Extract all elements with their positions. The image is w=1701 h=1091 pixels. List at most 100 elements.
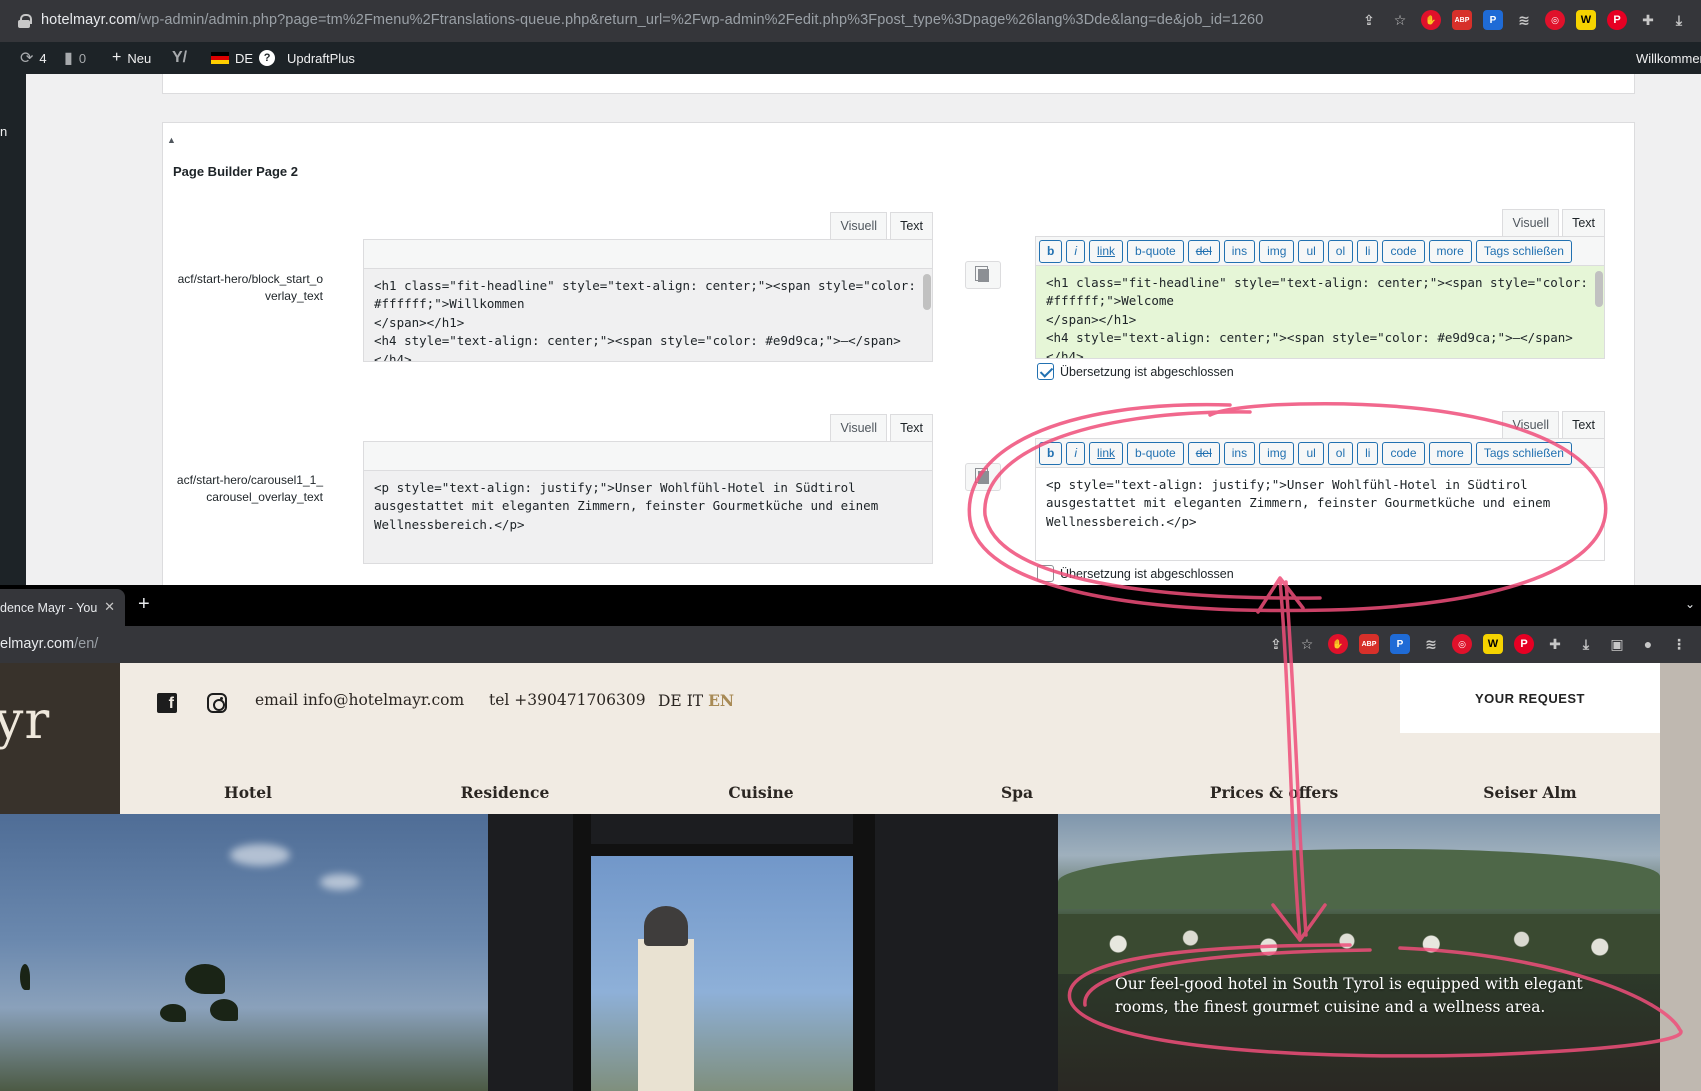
quicktag-ul-button[interactable]: ul [1298,240,1324,263]
bookmark-star-icon[interactable]: ☆ [1297,634,1317,654]
facebook-icon[interactable]: f [157,693,177,713]
download-icon[interactable]: ⤓ [1576,634,1596,654]
pinterest-icon[interactable]: P [1514,634,1534,654]
wp-sidebar[interactable]: n [0,74,26,585]
tab-text[interactable]: Text [1562,411,1605,438]
copy-original-button[interactable] [965,261,1001,289]
translation-textarea[interactable]: <h1 class="fit-headline" style="text-ali… [1035,265,1605,359]
extension-blue-icon[interactable]: P [1483,10,1503,30]
comments-item[interactable]: ▮ 0 [64,42,86,74]
browser-address-bar[interactable]: elmayr.com/en/ ⇪ ☆ ✋ ABP P ≋ ◎ W P ✚ ⤓ ▣… [0,626,1701,663]
quicktag-code-button[interactable]: code [1382,240,1425,263]
extension-yellow-icon[interactable]: W [1576,10,1596,30]
tab-text[interactable]: Text [890,414,933,441]
original-textarea[interactable]: <p style="text-align: justify;">Unser Wo… [363,470,933,564]
hero-photo-church[interactable] [488,814,1058,1091]
quicktag-link-button[interactable]: link [1089,442,1124,465]
share-icon[interactable]: ⇪ [1266,634,1286,654]
url-text[interactable]: elmayr.com/en/ [0,636,98,652]
scrollbar[interactable] [1595,271,1603,307]
quicktag-img-button[interactable]: img [1259,240,1295,263]
quicktag-tags-schlie-en-button[interactable]: Tags schließen [1475,240,1572,263]
quicktag-b-quote-button[interactable]: b-quote [1127,240,1184,263]
menu-icon[interactable]: ⋮ [1669,634,1689,654]
tab-text[interactable]: Text [890,212,933,239]
tab-visual[interactable]: Visuell [1502,209,1560,236]
translation-done-row[interactable]: Übersetzung ist abgeschlossen [1037,363,1234,380]
chevron-down-icon[interactable]: ⌄ [1685,597,1695,611]
nav-item-hotel[interactable]: Hotel [224,783,272,802]
nav-item-cuisine[interactable]: Cuisine [728,783,793,802]
quicktag-i-button[interactable]: i [1066,442,1086,465]
quicktag-tags-schlie-en-button[interactable]: Tags schließen [1475,442,1572,465]
pinterest-icon[interactable]: P [1607,10,1627,30]
original-textarea[interactable]: <h1 class="fit-headline" style="text-ali… [363,268,933,362]
bookmark-star-icon[interactable]: ☆ [1390,10,1410,30]
extension-yellow-icon[interactable]: W [1483,634,1503,654]
quicktag-b-button[interactable]: b [1039,442,1063,465]
quicktag-more-button[interactable]: more [1428,240,1472,263]
browser-tab[interactable]: dence Mayr - Your ✕ [0,589,125,626]
extensions-puzzle-icon[interactable]: ✚ [1638,10,1658,30]
adblock-icon[interactable]: ABP [1359,634,1379,654]
extension-swirl-icon[interactable]: ◎ [1545,10,1565,30]
hero-photo-terrace[interactable] [1058,814,1660,1091]
extension-stack-icon[interactable]: ≋ [1514,10,1534,30]
your-request-button[interactable]: YOUR REQUEST [1400,663,1660,733]
updraftplus-item[interactable]: UpdraftPlus [287,42,355,74]
quicktag-b-quote-button[interactable]: b-quote [1127,442,1184,465]
translation-done-checkbox[interactable] [1037,363,1054,380]
nav-item-spa[interactable]: Spa [1001,783,1033,802]
quicktag-li-button[interactable]: li [1357,240,1379,263]
email-link[interactable]: email info@hotelmayr.com [255,691,464,709]
share-icon[interactable]: ⇪ [1359,10,1379,30]
updates-item[interactable]: ⟳ 4 [20,42,47,74]
nav-item-residence[interactable]: Residence [461,783,550,802]
quicktag-b-button[interactable]: b [1039,240,1063,263]
quicktag-more-button[interactable]: more [1428,442,1472,465]
tab-visual[interactable]: Visuell [1502,411,1560,438]
quicktag-li-button[interactable]: li [1357,442,1379,465]
quicktag-ol-button[interactable]: ol [1327,442,1354,465]
quicktag-del-button[interactable]: del [1187,240,1220,263]
quicktag-ol-button[interactable]: ol [1327,240,1354,263]
extension-blue-icon[interactable]: P [1390,634,1410,654]
nav-item-prices-offers[interactable]: Prices & offers [1210,783,1338,802]
collapse-arrow-icon[interactable]: ▲ [167,135,176,145]
quicktag-i-button[interactable]: i [1066,240,1086,263]
instagram-icon[interactable] [207,693,227,713]
phone-link[interactable]: tel +390471706309 [489,691,646,709]
tab-text[interactable]: Text [1562,209,1605,236]
translation-textarea[interactable]: <p style="text-align: justify;">Unser Wo… [1035,467,1605,561]
profile-icon[interactable]: ● [1638,634,1658,654]
extension-swirl-icon[interactable]: ◎ [1452,634,1472,654]
copy-original-button[interactable] [965,463,1001,491]
extension-stop-icon[interactable]: ✋ [1328,634,1348,654]
lang-de[interactable]: DE [658,692,682,710]
yoast-item[interactable]: Y/ [172,42,187,74]
quicktag-code-button[interactable]: code [1382,442,1425,465]
quicktag-ins-button[interactable]: ins [1223,240,1256,263]
tab-visual[interactable]: Visuell [830,212,888,239]
quicktag-link-button[interactable]: link [1089,240,1124,263]
language-switcher[interactable]: DE ? [211,42,276,74]
sidepanel-icon[interactable]: ▣ [1607,634,1627,654]
lang-it[interactable]: IT [687,692,703,710]
translation-done-row[interactable]: Übersetzung ist abgeschlossen [1037,565,1234,582]
extensions-puzzle-icon[interactable]: ✚ [1545,634,1565,654]
greeting-item[interactable]: Willkommen [1636,42,1701,74]
extension-stack-icon[interactable]: ≋ [1421,634,1441,654]
scrollbar[interactable] [923,274,931,310]
hero-photo-sky[interactable] [0,814,488,1091]
adblock-icon[interactable]: ABP [1452,10,1472,30]
translation-done-checkbox[interactable] [1037,565,1054,582]
help-icon[interactable]: ? [259,50,276,66]
quicktag-img-button[interactable]: img [1259,442,1295,465]
quicktag-ul-button[interactable]: ul [1298,442,1324,465]
tab-visual[interactable]: Visuell [830,414,888,441]
quicktag-del-button[interactable]: del [1187,442,1220,465]
nav-item-seiser-alm[interactable]: Seiser Alm [1483,783,1576,802]
lang-en[interactable]: EN [708,691,734,710]
extension-stop-icon[interactable]: ✋ [1421,10,1441,30]
site-logo[interactable]: yr [0,663,120,814]
